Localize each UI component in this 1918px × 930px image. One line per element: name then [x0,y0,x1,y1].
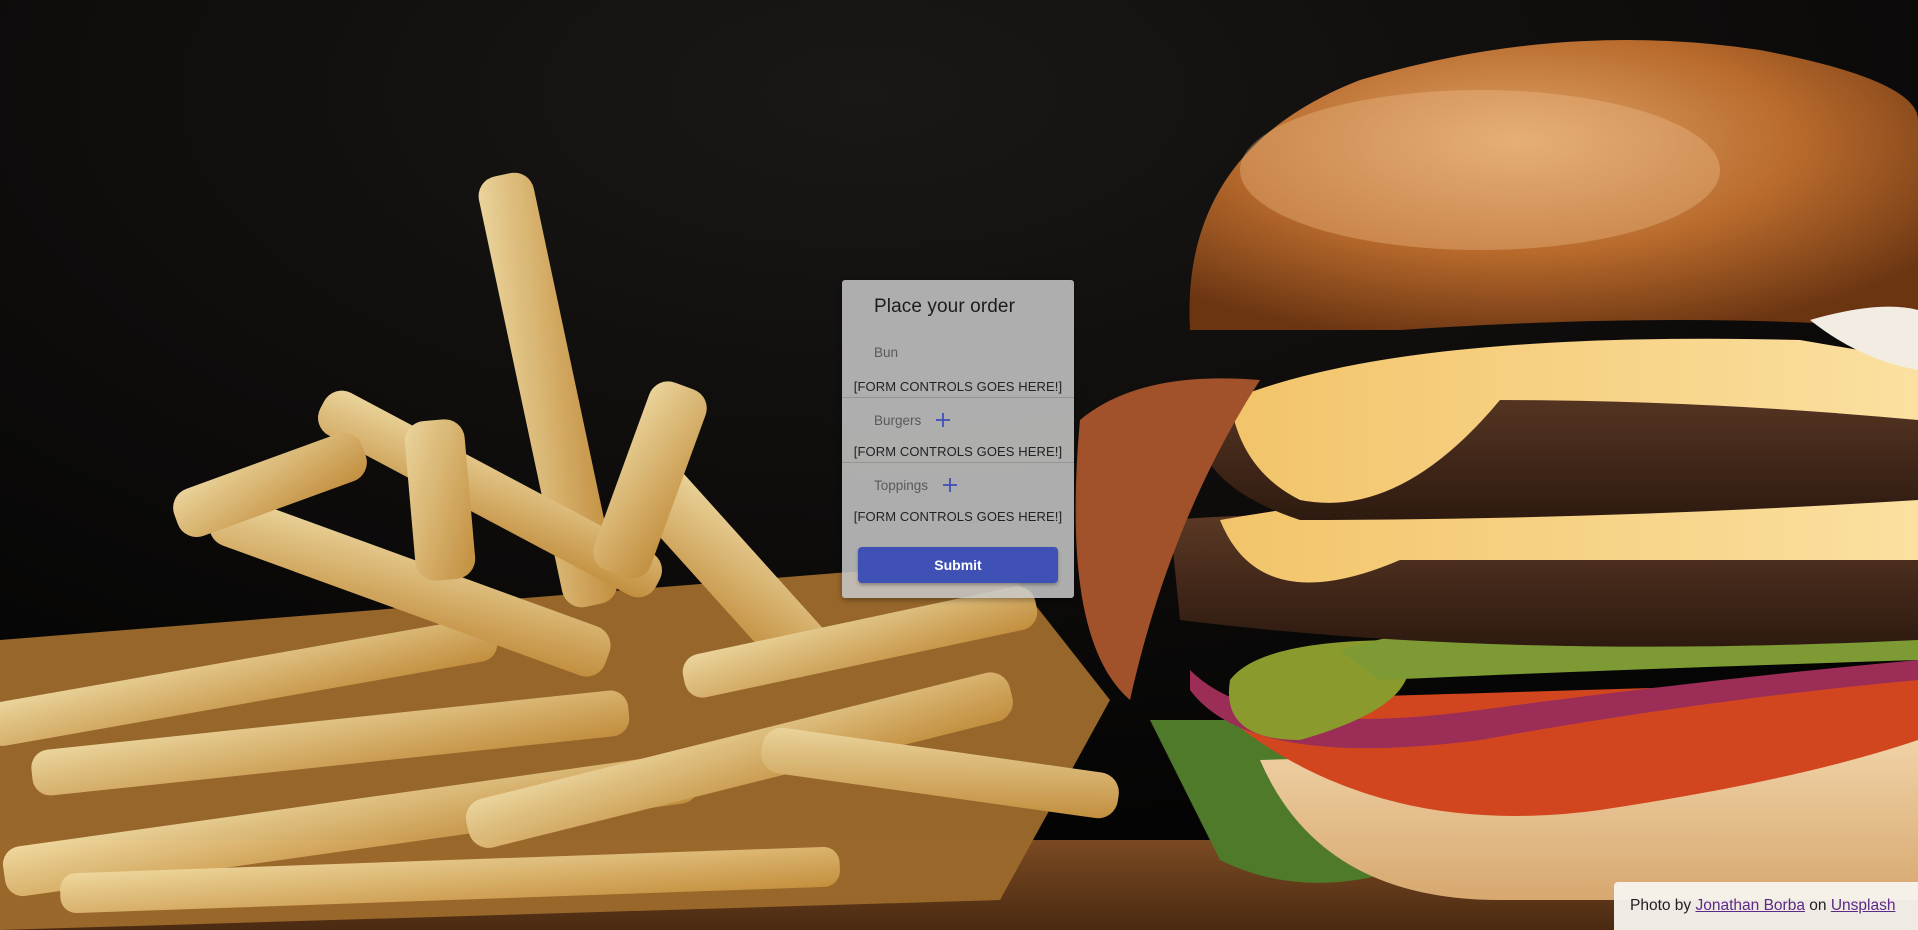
section-label-bun: Bun [874,345,898,360]
burgers-form-placeholder: [FORM CONTROLS GOES HERE!] [853,444,1063,459]
toppings-label: Toppings [874,477,929,493]
add-topping-button[interactable] [940,475,960,495]
plus-icon [943,478,958,492]
card-title: Place your order [874,296,1016,317]
photo-credit: Photo by Jonathan Borba on Unsplash [1614,882,1918,930]
page: Place your order Bun [FORM CONTROLS GOES… [0,0,1918,930]
bun-form-placeholder: [FORM CONTROLS GOES HERE!] [853,379,1063,394]
unsplash-link[interactable]: Unsplash [1831,897,1896,914]
plus-icon [936,413,951,427]
author-link[interactable]: Jonathan Borba [1696,897,1805,914]
bun-label: Bun [874,345,899,360]
toppings-form-placeholder: [FORM CONTROLS GOES HERE!] [853,509,1063,524]
section-label-burgers: Burgers [874,410,953,430]
burgers-label: Burgers [874,412,922,428]
divider [842,462,1074,463]
add-burger-button[interactable] [933,410,953,430]
divider [842,397,1074,398]
submit-button[interactable]: Submit [858,547,1058,583]
section-label-toppings: Toppings [874,475,960,495]
credit-prefix: Photo by [1630,897,1692,914]
credit-joiner: on [1809,897,1827,914]
order-card: Place your order Bun [FORM CONTROLS GOES… [842,280,1074,598]
